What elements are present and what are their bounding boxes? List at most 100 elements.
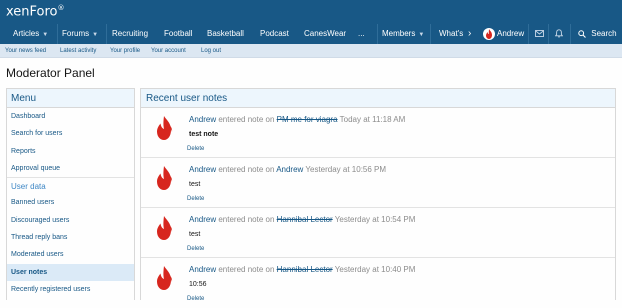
sidebar-item-moderated-users[interactable]: Moderated users — [7, 246, 134, 263]
nav-podcast[interactable]: Podcast — [260, 24, 289, 44]
note-item: Andrew entered note on Hannibal Lector Y… — [141, 259, 615, 308]
sidebar-section-user-data: User data — [7, 177, 134, 194]
note-item: Andrew entered note on Hannibal Lector Y… — [141, 209, 615, 258]
nav-members[interactable]: Members ▼ — [382, 24, 424, 44]
sidebar-item-recently-registered[interactable]: Recently registered users — [7, 281, 134, 298]
logo-text: xenForo — [6, 4, 58, 20]
sidebar-item-search-users[interactable]: Search for users — [7, 125, 134, 142]
sidebar: Menu Dashboard Search for users Reports … — [6, 88, 135, 300]
note-delete-link[interactable]: Delete — [187, 196, 204, 202]
flame-avatar-icon[interactable] — [151, 265, 177, 291]
note-author-link[interactable]: Andrew — [189, 215, 216, 224]
search-button[interactable]: Search — [578, 24, 617, 44]
caret-down-icon[interactable]: ▼ — [42, 32, 48, 38]
note-item: Andrew entered note on PM me for viagra … — [141, 109, 615, 158]
alerts-button[interactable] — [554, 24, 564, 44]
note-author-link[interactable]: Andrew — [189, 165, 216, 174]
note-delete-link[interactable]: Delete — [187, 146, 204, 152]
nav-divider — [106, 24, 107, 44]
note-author-link[interactable]: Andrew — [189, 115, 216, 124]
note-time: Today at 11:18 AM — [339, 115, 406, 124]
subnav-latest-activity[interactable]: Latest activity — [60, 44, 96, 58]
subnav-log-out[interactable]: Log out — [201, 44, 221, 58]
note-delete-link[interactable]: Delete — [187, 296, 204, 302]
sidebar-item-banned-users[interactable]: Banned users — [7, 194, 134, 211]
note-delete-link[interactable]: Delete — [187, 246, 204, 252]
sidebar-item-reports[interactable]: Reports — [7, 143, 134, 160]
sidebar-heading: Menu — [7, 89, 134, 108]
bell-icon — [554, 29, 564, 38]
nav-basketball[interactable]: Basketball — [207, 24, 244, 44]
nav-whats-new[interactable]: What's — [439, 24, 463, 44]
note-header: Andrew entered note on PM me for viagra … — [189, 115, 405, 124]
note-target-link[interactable]: Hannibal Lector — [277, 215, 333, 224]
logo-registered-mark: ® — [57, 4, 65, 12]
note-text: 10:56 — [189, 281, 207, 288]
flame-avatar-icon[interactable] — [151, 165, 177, 191]
subnav-news-feed[interactable]: Your news feed — [5, 44, 46, 58]
note-item: Andrew entered note on Andrew Yesterday … — [141, 159, 615, 208]
note-target-link[interactable]: PM me for viagra — [277, 115, 338, 124]
envelope-icon — [535, 29, 544, 37]
note-author-link[interactable]: Andrew — [189, 265, 216, 274]
note-time: Yesterday at 10:54 PM — [334, 215, 416, 224]
panel-heading: Recent user notes — [141, 89, 615, 108]
sidebar-item-discouraged-users[interactable]: Discouraged users — [7, 212, 134, 229]
nav-label: ... — [358, 29, 365, 38]
nav-more[interactable]: ... — [358, 24, 365, 44]
note-text: test — [189, 181, 201, 188]
nav-divider — [430, 24, 431, 44]
nav-label: Articles — [13, 29, 40, 38]
note-action: entered note on — [218, 115, 275, 124]
subnav-your-profile[interactable]: Your profile — [110, 44, 140, 58]
note-action: entered note on — [218, 265, 275, 274]
user-name: Andrew — [497, 29, 525, 38]
page-title: Moderator Panel — [6, 66, 95, 80]
nav-label: CanesWear — [304, 29, 347, 38]
chevron-right-icon[interactable]: › — [468, 28, 471, 39]
nav-scroll-right[interactable]: › — [468, 24, 471, 44]
sidebar-item-thread-reply-bans[interactable]: Thread reply bans — [7, 229, 134, 246]
caret-down-icon[interactable]: ▼ — [418, 32, 424, 38]
main-nav: Articles ▼ Forums ▼ Recruiting Football Ba… — [0, 24, 622, 44]
flame-avatar-icon[interactable] — [151, 215, 177, 241]
nav-divider — [57, 24, 58, 44]
nav-label: What's — [439, 29, 464, 38]
nav-label: Basketball — [207, 29, 244, 38]
nav-caneswear[interactable]: CanesWear — [304, 24, 346, 44]
nav-recruiting[interactable]: Recruiting — [112, 24, 148, 44]
sidebar-item-user-notes[interactable]: User notes — [7, 263, 134, 281]
nav-football[interactable]: Football — [164, 24, 192, 44]
sidebar-item-dashboard[interactable]: Dashboard — [7, 108, 134, 125]
note-time: Yesterday at 10:56 PM — [305, 165, 387, 174]
brand-bar: xenForo® — [0, 0, 622, 24]
nav-articles[interactable]: Articles ▼ — [13, 24, 48, 44]
sidebar-item-approval-queue[interactable]: Approval queue — [7, 160, 134, 177]
nav-divider — [528, 24, 529, 44]
note-text: test — [189, 231, 201, 238]
site-logo[interactable]: xenForo® — [6, 4, 65, 19]
search-label: Search — [591, 29, 617, 38]
flame-avatar-icon[interactable] — [151, 115, 177, 141]
inbox-button[interactable] — [535, 24, 544, 44]
nav-forums[interactable]: Forums ▼ — [62, 24, 98, 44]
note-header: Andrew entered note on Hannibal Lector Y… — [189, 215, 415, 224]
sub-nav: Your news feed Latest activity Your prof… — [0, 44, 622, 58]
note-target-link[interactable]: Hannibal Lector — [277, 265, 333, 274]
note-target-link[interactable]: Andrew — [276, 165, 303, 174]
search-icon — [578, 30, 586, 38]
nav-divider — [548, 24, 549, 44]
caret-down-icon[interactable]: ▼ — [92, 32, 98, 38]
nav-divider — [377, 24, 378, 44]
note-time: Yesterday at 10:40 PM — [334, 265, 416, 274]
avatar — [483, 28, 495, 40]
note-header: Andrew entered note on Hannibal Lector Y… — [189, 265, 415, 274]
user-menu[interactable]: Andrew — [479, 24, 528, 44]
nav-divider — [570, 24, 571, 44]
nav-label: Members — [382, 29, 416, 38]
subnav-your-account[interactable]: Your account — [151, 44, 186, 58]
note-action: entered note on — [218, 215, 275, 224]
nav-label: Recruiting — [112, 29, 149, 38]
user-notes-panel: Recent user notes Andrew entered note on… — [140, 88, 616, 302]
note-header: Andrew entered note on Andrew Yesterday … — [189, 165, 386, 174]
